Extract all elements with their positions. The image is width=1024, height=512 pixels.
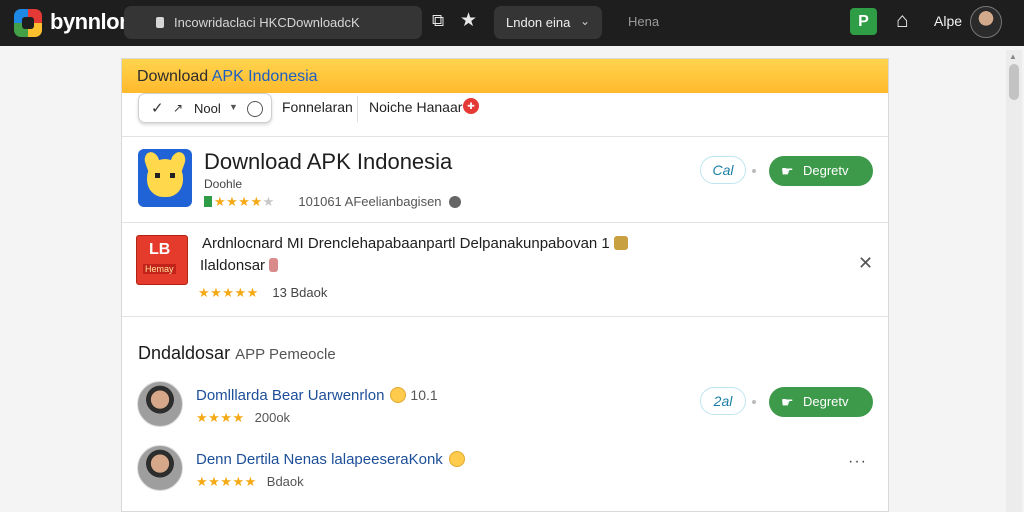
section-heading-main: Dndaldosar bbox=[138, 343, 231, 363]
notice-text-line-2: Ilaldonsar bbox=[200, 257, 266, 274]
avatar[interactable] bbox=[970, 6, 1002, 38]
more-icon[interactable]: ··· bbox=[848, 453, 867, 471]
chevron-down-icon: ⌄ bbox=[579, 14, 590, 28]
info-icon[interactable] bbox=[449, 196, 462, 208]
install-button[interactable]: ☛ Degretv bbox=[769, 156, 873, 186]
alert-badge-icon: ✚ bbox=[463, 98, 479, 114]
rating-stars: ★★★★★ bbox=[198, 285, 259, 300]
share-icon[interactable]: ⧉ bbox=[432, 11, 444, 31]
small-action-button[interactable]: 2al bbox=[700, 387, 746, 415]
featured-app-meta: 101061 AFeelianbagisen bbox=[298, 194, 442, 209]
tab-filter-2[interactable]: Noiche Hanaar bbox=[369, 99, 462, 115]
featured-app-rating: ★★★★★ 101061 AFeelianbagisen bbox=[204, 194, 462, 210]
list-item-rating: ★★★★ 200ok bbox=[196, 410, 290, 426]
rating-count: 200ok bbox=[254, 410, 291, 425]
rating-stars-empty: ★ bbox=[262, 194, 275, 209]
scrollbar-thumb[interactable] bbox=[1009, 64, 1019, 100]
divider bbox=[357, 96, 358, 122]
rating-count-label: Bdaok bbox=[290, 285, 328, 300]
page-title-prefix: Download bbox=[137, 68, 212, 85]
filter-dropdown[interactable]: ✓ ↗ Nool ▼ bbox=[138, 93, 272, 123]
featured-app-title[interactable]: Download APK Indonesia bbox=[204, 149, 452, 175]
notice-text-second: Ilaldonsar bbox=[200, 257, 279, 274]
notice-text: Ardnlocnard MI Drenclehapabaanpartl Delp… bbox=[202, 235, 628, 252]
page-title-accent: APK Indonesia bbox=[211, 68, 318, 85]
scrollbar[interactable]: ▲ bbox=[1006, 50, 1022, 512]
scroll-up-icon[interactable]: ▲ bbox=[1009, 52, 1017, 61]
close-icon[interactable]: ✕ bbox=[858, 253, 873, 274]
section-heading-sub: APP Pemeocle bbox=[235, 346, 336, 363]
emoji-icon bbox=[390, 387, 407, 403]
separator-dot bbox=[752, 400, 756, 404]
extension-icon[interactable]: P bbox=[850, 8, 877, 35]
tab-filter-1[interactable]: Fonnelaran bbox=[282, 99, 353, 115]
notice-icon-label: LB bbox=[149, 241, 171, 258]
brand-name[interactable]: bynnlon bbox=[50, 9, 133, 35]
separator-dot bbox=[752, 169, 756, 173]
content-panel: Download APK Indonesia ✓ ↗ Nool ▼ Fonnel… bbox=[121, 58, 889, 512]
list-item-title[interactable]: Denn Dertila Nenas lalapeeseraKonk bbox=[196, 451, 465, 468]
rating-stars: ★★★★ bbox=[214, 194, 263, 209]
filter-label: Nool bbox=[194, 101, 221, 116]
region-select[interactable]: Lndon eina ⌄ bbox=[494, 6, 602, 39]
clock-icon bbox=[247, 101, 263, 117]
list-item-title-text: Denn Dertila Nenas lalapeeseraKonk bbox=[196, 451, 443, 468]
list-item[interactable]: Domlllarda Bear Uarwenrlon 10.1 ★★★★ 200ok… bbox=[122, 381, 888, 441]
emoji-icon bbox=[269, 258, 279, 272]
notice-card[interactable]: LB Hemay Ardnlocnard MI Drenclehapabaanp… bbox=[122, 223, 888, 317]
notice-rating: ★★★★★ 13 Bdaok bbox=[198, 285, 327, 301]
notice-icon-caption: Hemay bbox=[143, 264, 176, 274]
list-item-rating: ★★★★★ Bdaok bbox=[196, 474, 304, 490]
notice-text-line-1: Ardnlocnard MI Drenclehapabaanpartl Delp… bbox=[202, 235, 610, 252]
region-select-value: Lndon eina bbox=[506, 15, 571, 30]
rating-stars: ★★★★★ bbox=[196, 474, 257, 489]
emoji-icon bbox=[448, 451, 465, 467]
list-item-title[interactable]: Domlllarda Bear Uarwenrlon 10.1 bbox=[196, 387, 438, 404]
emoji-icon bbox=[613, 236, 628, 250]
check-icon: ✓ bbox=[151, 100, 164, 117]
install-button-label: Degretv bbox=[803, 394, 849, 409]
logo-icon[interactable] bbox=[14, 9, 42, 37]
notice-app-icon[interactable]: LB Hemay bbox=[136, 235, 188, 285]
download-icon: ☛ bbox=[781, 163, 794, 179]
install-button-label: Degretv bbox=[803, 163, 849, 178]
chevron-down-icon: ▼ bbox=[229, 102, 238, 112]
download-icon: ☛ bbox=[781, 394, 794, 410]
arrow-icon: ↗ bbox=[173, 101, 184, 115]
list-item-version: 10.1 bbox=[410, 387, 438, 403]
list-item[interactable]: Denn Dertila Nenas lalapeeseraKonk ★★★★★… bbox=[122, 445, 888, 505]
avatar[interactable] bbox=[137, 381, 183, 427]
address-bar[interactable]: Incowridaclaci HKCDownloadcK bbox=[124, 6, 422, 39]
featured-app-developer: Doohle bbox=[204, 177, 243, 191]
featured-app-card[interactable]: Download APK Indonesia Doohle ★★★★★ 1010… bbox=[122, 137, 888, 223]
list-item-title-text: Domlllarda Bear Uarwenrlon bbox=[196, 387, 385, 404]
url-text[interactable]: Incowridaclaci HKCDownloadcK bbox=[174, 15, 360, 30]
rating-count: Bdaok bbox=[266, 474, 304, 489]
small-action-button[interactable]: Cal bbox=[700, 156, 746, 184]
page-title: Download APK Indonesia bbox=[137, 68, 318, 86]
rating-stars: ★★★★ bbox=[196, 410, 245, 425]
section-heading: Dndaldosar APP Pemeocle bbox=[138, 343, 336, 364]
page-banner: Download APK Indonesia bbox=[122, 59, 888, 93]
filter-bar: ✓ ↗ Nool ▼ Fonnelaran Noiche Hanaar ✚ bbox=[122, 93, 888, 137]
play-store-icon bbox=[204, 196, 212, 207]
app-icon[interactable] bbox=[138, 149, 192, 207]
rating-count: 13 bbox=[272, 285, 287, 300]
browser-toolbar: bynnlon Incowridaclaci HKCDownloadcK ⧉ ★… bbox=[0, 0, 1024, 46]
home-icon[interactable]: ⌂ bbox=[896, 9, 909, 33]
star-icon[interactable]: ★ bbox=[460, 9, 477, 32]
install-button[interactable]: ☛ Degretv bbox=[769, 387, 873, 417]
user-name[interactable]: Alpe bbox=[934, 13, 962, 29]
nav-link[interactable]: Hena bbox=[628, 14, 659, 29]
lock-icon bbox=[156, 17, 164, 28]
avatar[interactable] bbox=[137, 445, 183, 491]
